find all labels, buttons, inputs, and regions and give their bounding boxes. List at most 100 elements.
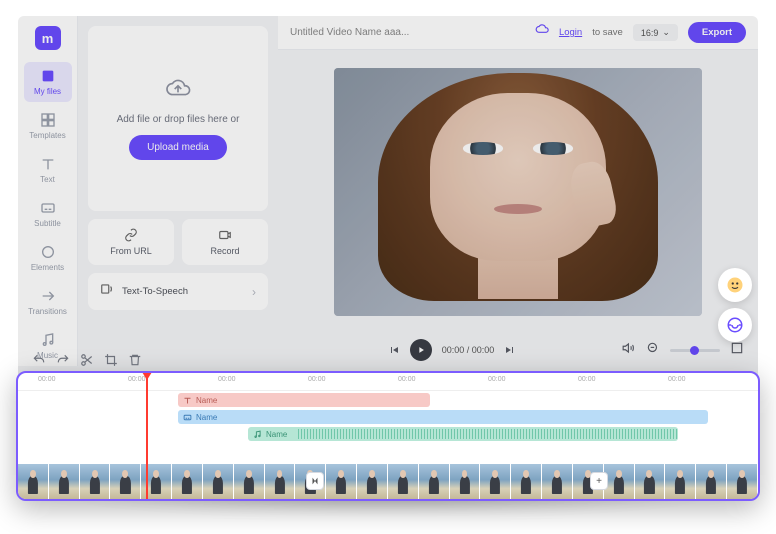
nav-my-files[interactable]: My files — [24, 62, 72, 102]
elements-icon — [40, 244, 56, 260]
nav-templates[interactable]: Templates — [24, 106, 72, 146]
drop-text: Add file or drop files here or — [117, 114, 240, 125]
floating-dock — [718, 268, 752, 342]
upload-drop-zone[interactable]: Add file or drop files here or Upload me… — [88, 26, 268, 211]
action-label: Record — [210, 246, 239, 256]
skip-prev-button[interactable] — [388, 344, 400, 356]
video-thumbnail[interactable] — [357, 464, 388, 499]
timeline-ruler[interactable]: 00:0000:0000:0000:0000:0000:0000:0000:00 — [18, 373, 758, 391]
split-button[interactable] — [80, 353, 94, 372]
waveform — [298, 429, 678, 439]
video-thumbnail[interactable] — [18, 464, 49, 499]
add-clip-button[interactable]: + — [590, 472, 608, 490]
aspect-ratio-button[interactable]: 16:9⌄ — [633, 24, 678, 41]
zoom-out-button[interactable] — [646, 341, 660, 360]
ruler-tick: 00:00 — [218, 376, 236, 383]
tts-label: Text-To-Speech — [122, 286, 188, 297]
video-thumbnail[interactable] — [450, 464, 481, 499]
video-thumbnail[interactable] — [604, 464, 635, 499]
redo-button[interactable] — [56, 353, 70, 372]
video-thumbnail[interactable] — [511, 464, 542, 499]
ruler-tick: 00:00 — [38, 376, 56, 383]
video-thumbnail[interactable] — [480, 464, 511, 499]
subtitle-icon — [183, 413, 192, 422]
crop-button[interactable] — [104, 353, 118, 372]
video-thumbnail[interactable] — [696, 464, 727, 499]
text-icon — [183, 396, 192, 405]
subtitle-clip[interactable]: Name — [178, 410, 708, 424]
video-thumbnail[interactable] — [542, 464, 573, 499]
delete-button[interactable] — [128, 353, 142, 372]
upload-media-button[interactable]: Upload media — [129, 135, 227, 160]
project-name[interactable]: Untitled Video Name aaa... — [290, 27, 525, 38]
nav-label: My files — [34, 87, 61, 96]
text-clip[interactable]: Name — [178, 393, 430, 407]
video-thumbnail[interactable] — [234, 464, 265, 499]
video-thumbnail[interactable] — [419, 464, 450, 499]
video-thumbnail[interactable] — [80, 464, 111, 499]
preview-area: Untitled Video Name aaa... Login to save… — [278, 16, 758, 366]
playhead[interactable] — [146, 373, 148, 499]
text-icon — [40, 156, 56, 172]
nav-transitions[interactable]: Transitions — [24, 282, 72, 322]
assistant-button[interactable] — [718, 268, 752, 302]
preview-header: Untitled Video Name aaa... Login to save… — [278, 16, 758, 50]
fit-button[interactable] — [730, 341, 744, 360]
video-thumbnail[interactable] — [388, 464, 419, 499]
ruler-tick: 00:00 — [488, 376, 506, 383]
video-thumbnail[interactable] — [203, 464, 234, 499]
nav-label: Transitions — [28, 307, 67, 316]
clip-label: Name — [266, 430, 287, 439]
music-icon — [40, 332, 56, 348]
support-button[interactable] — [718, 308, 752, 342]
nav-elements[interactable]: Elements — [24, 238, 72, 278]
video-thumbnail[interactable] — [326, 464, 357, 499]
video-thumbnail[interactable] — [635, 464, 666, 499]
from-url-button[interactable]: From URL — [88, 219, 174, 265]
split-clip-button[interactable] — [306, 472, 324, 490]
video-thumbnail[interactable] — [110, 464, 141, 499]
nav-subtitle[interactable]: Subtitle — [24, 194, 72, 234]
cloud-save-icon — [535, 23, 549, 42]
volume-button[interactable] — [622, 341, 636, 360]
music-icon — [253, 430, 262, 439]
zoom-slider[interactable] — [670, 349, 720, 352]
undo-button[interactable] — [32, 353, 46, 372]
preview-image — [334, 68, 702, 316]
video-thumbnail[interactable] — [665, 464, 696, 499]
link-icon — [124, 228, 138, 242]
media-panel: Add file or drop files here or Upload me… — [78, 16, 278, 366]
playback-time: 00:00 / 00:00 — [442, 345, 495, 355]
edit-toolbar — [18, 351, 156, 373]
audio-clip[interactable]: Name — [248, 427, 678, 441]
ruler-tick: 00:00 — [308, 376, 326, 383]
play-button[interactable] — [410, 339, 432, 361]
video-thumbnail[interactable] — [172, 464, 203, 499]
app-logo: m — [35, 26, 61, 50]
nav-label: Text — [40, 175, 55, 184]
video-thumbnail[interactable] — [265, 464, 296, 499]
clip-label: Name — [196, 413, 217, 422]
text-to-speech-button[interactable]: Text-To-Speech › — [88, 273, 268, 310]
skip-next-button[interactable] — [504, 344, 516, 356]
nav-text[interactable]: Text — [24, 150, 72, 190]
chevron-down-icon: ⌄ — [662, 27, 670, 38]
to-save-text: to save — [592, 27, 623, 38]
player-controls: 00:00 / 00:00 — [278, 334, 758, 366]
login-link[interactable]: Login — [559, 27, 582, 38]
preview-canvas[interactable] — [334, 68, 702, 316]
templates-icon — [40, 112, 56, 128]
video-thumbnail[interactable] — [727, 464, 758, 499]
video-thumbnail[interactable] — [49, 464, 80, 499]
chevron-right-icon: › — [252, 285, 256, 299]
ruler-tick: 00:00 — [668, 376, 686, 383]
clip-label: Name — [196, 396, 217, 405]
nav-label: Subtitle — [34, 219, 61, 228]
action-label: From URL — [110, 246, 152, 256]
record-button[interactable]: Record — [182, 219, 268, 265]
video-track[interactable] — [18, 464, 758, 499]
transitions-icon — [40, 288, 56, 304]
subtitle-icon — [40, 200, 56, 216]
export-button[interactable]: Export — [688, 22, 746, 43]
ruler-tick: 00:00 — [578, 376, 596, 383]
